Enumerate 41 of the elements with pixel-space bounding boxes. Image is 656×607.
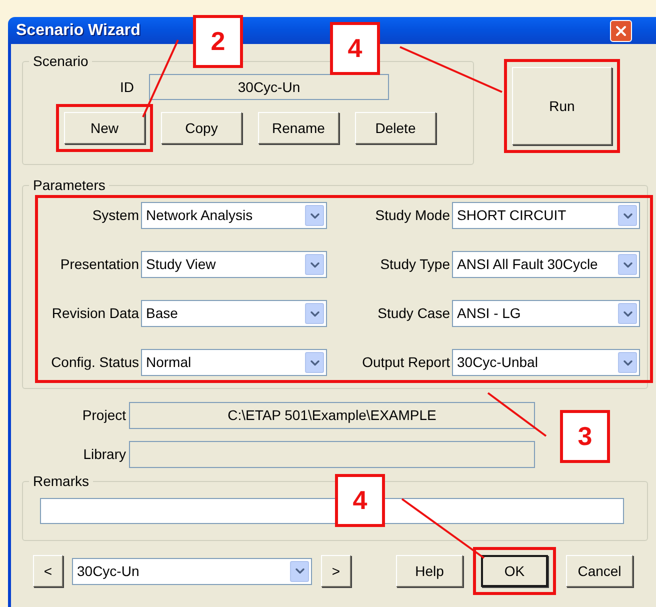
field-label: Output Report [361, 353, 450, 372]
button[interactable]: Rename [258, 112, 339, 144]
callout-number: 4 [335, 474, 385, 527]
id-label: ID [120, 78, 135, 96]
field-label: Presentation [59, 255, 139, 274]
callout-number: 2 [193, 15, 243, 68]
callout-number: 3 [560, 410, 610, 463]
field-label: System [91, 206, 139, 225]
button[interactable]: OK [481, 555, 548, 587]
button[interactable]: < [33, 555, 63, 587]
project-label: Project [81, 406, 126, 425]
button[interactable]: Cancel [566, 555, 633, 587]
window-title: Scenario Wizard [16, 20, 140, 40]
dropdown[interactable]: ANSI All Fault 30Cycle [452, 251, 640, 278]
button[interactable]: Delete [355, 112, 436, 144]
button[interactable]: New [64, 112, 145, 144]
dropdown[interactable]: SHORT CIRCUIT [452, 202, 640, 229]
group-label: Scenario [32, 54, 90, 68]
button[interactable]: Help [396, 555, 463, 587]
group-label: Remarks [32, 474, 90, 488]
field-label: Study Type [379, 255, 450, 274]
dropdown[interactable]: Base [141, 300, 327, 327]
dropdown[interactable]: Network Analysis [141, 202, 327, 229]
dropdown[interactable]: 30Cyc-Unbal [452, 349, 640, 376]
dropdown[interactable]: Study View [141, 251, 327, 278]
scenario-dropdown[interactable]: 30Cyc-Un [72, 558, 312, 584]
library-label: Library [82, 445, 126, 464]
callout-number: 4 [330, 22, 380, 75]
dropdown[interactable]: ANSI - LG [452, 300, 640, 327]
project-field: C:\ETAP 501\Example\EXAMPLE [129, 402, 535, 429]
field-label: Study Case [376, 304, 450, 323]
field-label: Revision Data [50, 304, 139, 323]
leader-line [487, 392, 547, 437]
field-label: Config. Status [50, 353, 139, 372]
button[interactable]: > [321, 555, 351, 587]
dropdown[interactable]: Normal [141, 349, 327, 376]
close-button[interactable] [610, 20, 632, 42]
field-label: Study Mode [374, 206, 450, 225]
button[interactable]: Copy [161, 112, 242, 144]
group-label: Parameters [32, 178, 106, 192]
button[interactable]: Run [512, 67, 612, 145]
